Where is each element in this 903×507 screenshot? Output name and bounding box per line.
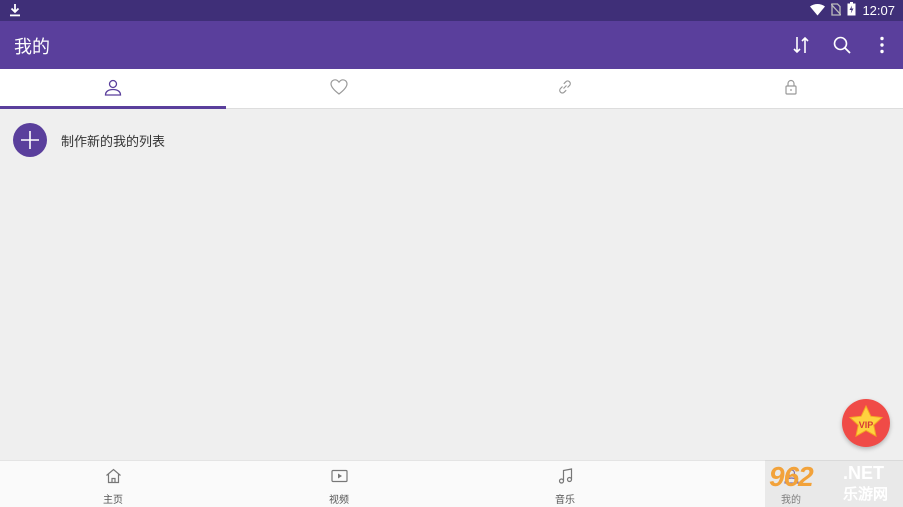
tab-favorites[interactable] xyxy=(226,69,452,109)
more-vert-icon[interactable] xyxy=(870,33,894,57)
tab-links[interactable] xyxy=(452,69,678,109)
lock-icon xyxy=(782,78,800,100)
watermark-site: 乐游网 xyxy=(843,485,889,503)
no-sim-icon xyxy=(830,1,842,20)
watermark-suffix: .NET xyxy=(843,463,885,483)
music-icon xyxy=(557,468,574,488)
tab-bar xyxy=(0,69,903,109)
vip-button[interactable]: VIP xyxy=(842,399,890,447)
status-bar: 12:07 xyxy=(0,0,903,21)
download-icon xyxy=(9,2,21,21)
search-icon[interactable] xyxy=(830,33,854,57)
create-list-label: 制作新的我的列表 xyxy=(61,134,166,150)
link-icon xyxy=(556,78,574,100)
watermark-logo: 962 .NET 乐游网 xyxy=(765,460,903,507)
battery-charging-icon xyxy=(847,1,856,20)
nav-video[interactable]: 视频 xyxy=(226,461,452,507)
status-icons: 12:07 xyxy=(810,2,895,19)
tab-private[interactable] xyxy=(678,69,903,109)
page-title: 我的 xyxy=(14,37,50,58)
clock-time: 12:07 xyxy=(862,3,895,18)
nav-label: 音乐 xyxy=(555,495,575,506)
plus-icon xyxy=(21,131,39,149)
nav-music[interactable]: 音乐 xyxy=(452,461,678,507)
home-icon xyxy=(105,468,122,488)
heart-icon xyxy=(330,78,348,100)
nav-home[interactable]: 主页 xyxy=(0,461,226,507)
wifi-icon xyxy=(810,1,826,20)
tab-my-lists[interactable] xyxy=(0,69,226,109)
nav-label: 视频 xyxy=(329,495,349,506)
video-icon xyxy=(330,468,348,488)
nav-label: 主页 xyxy=(103,495,123,506)
add-button[interactable] xyxy=(13,123,47,157)
main-content: 制作新的我的列表 xyxy=(0,110,903,460)
sort-icon[interactable] xyxy=(789,33,813,57)
vip-label: VIP xyxy=(859,420,874,430)
person-icon xyxy=(104,78,122,100)
app-bar: 我的 xyxy=(0,21,903,69)
tab-indicator xyxy=(0,106,226,109)
create-list-row[interactable]: 制作新的我的列表 xyxy=(13,123,165,157)
watermark-number: 962 xyxy=(769,461,814,492)
